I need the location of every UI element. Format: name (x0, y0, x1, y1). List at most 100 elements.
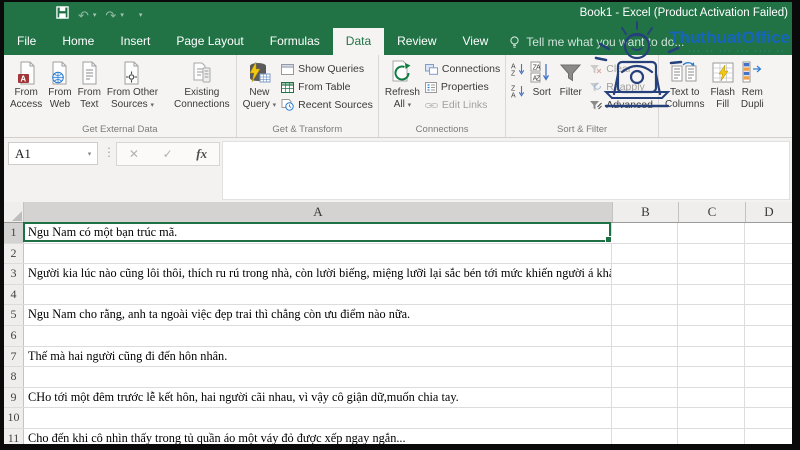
formula-input[interactable] (222, 141, 790, 200)
row-header[interactable]: 3 (4, 264, 24, 284)
name-box-dropdown-icon[interactable]: ▾ (82, 150, 97, 158)
column-header-a[interactable]: A (24, 202, 613, 222)
column-header-c[interactable]: C (679, 202, 746, 222)
cell[interactable] (24, 326, 612, 346)
select-all-corner[interactable] (4, 202, 24, 222)
cell[interactable] (24, 408, 612, 428)
cell[interactable] (678, 408, 745, 428)
tab-file[interactable]: File (4, 28, 49, 55)
recent-sources-button[interactable]: Recent Sources (279, 98, 375, 112)
remove-duplicates-button[interactable]: Rem Dupli (738, 58, 767, 112)
from-other-sources-button[interactable]: From Other Sources ▾ (104, 58, 161, 112)
cell[interactable] (745, 264, 792, 284)
row-header[interactable]: 11 (4, 429, 24, 444)
cell[interactable] (745, 223, 792, 243)
insert-function-icon[interactable]: fx (196, 146, 207, 162)
properties-button[interactable]: Properties (423, 80, 502, 94)
row-header[interactable]: 7 (4, 347, 24, 367)
cell[interactable] (612, 388, 678, 408)
column-header-d[interactable]: D (746, 202, 792, 222)
cell[interactable] (678, 326, 745, 346)
tab-view[interactable]: View (450, 28, 502, 55)
sort-button[interactable]: ZAAZ Sort (527, 58, 556, 100)
cell[interactable]: CHo tới một đêm trước lễ kết hôn, hai ng… (24, 388, 612, 408)
cell[interactable] (612, 367, 678, 387)
cell[interactable] (745, 408, 792, 428)
cell[interactable] (745, 367, 792, 387)
cell[interactable] (612, 285, 678, 305)
tab-home[interactable]: Home (49, 28, 107, 55)
cell[interactable] (745, 347, 792, 367)
new-query-button[interactable]: New Query ▾ (240, 58, 280, 112)
text-to-columns-button[interactable]: Text to Columns (662, 58, 707, 112)
cell[interactable] (612, 264, 678, 284)
cell[interactable] (678, 264, 745, 284)
cell[interactable] (24, 285, 612, 305)
tab-page-layout[interactable]: Page Layout (163, 28, 256, 55)
cell[interactable] (678, 367, 745, 387)
cell[interactable]: Thế mà hai người cũng đi đến hôn nhân. (24, 347, 612, 367)
cell[interactable] (745, 285, 792, 305)
row-header[interactable]: 2 (4, 244, 24, 264)
cell-a1[interactable]: Ngu Nam có một bạn trúc mã. (24, 223, 612, 243)
cell[interactable] (612, 305, 678, 325)
tab-formulas[interactable]: Formulas (257, 28, 333, 55)
row-header[interactable]: 1 (4, 223, 24, 243)
tell-me-box[interactable]: Tell me what you want to do... (501, 28, 692, 55)
row-header[interactable]: 9 (4, 388, 24, 408)
row-header[interactable]: 10 (4, 408, 24, 428)
from-access-button[interactable]: A From Access (7, 58, 45, 112)
cell[interactable] (745, 305, 792, 325)
connections-button[interactable]: Connections (423, 62, 502, 76)
from-table-button[interactable]: From Table (279, 80, 375, 94)
cell[interactable] (24, 367, 612, 387)
cancel-icon: ✕ (129, 147, 139, 161)
cell[interactable]: Cho đến khi cô nhìn thấy trong tủ quần á… (24, 429, 612, 444)
cell[interactable] (612, 244, 678, 264)
tab-review[interactable]: Review (384, 28, 449, 55)
cell[interactable] (678, 223, 745, 243)
row-header[interactable]: 8 (4, 367, 24, 387)
existing-connections-button[interactable]: Existing Connections (171, 58, 233, 112)
cell[interactable] (745, 244, 792, 264)
cell[interactable] (678, 347, 745, 367)
tab-data[interactable]: Data (333, 28, 384, 55)
cell[interactable] (745, 429, 792, 444)
cell[interactable] (678, 285, 745, 305)
cell[interactable] (612, 326, 678, 346)
cell[interactable] (745, 326, 792, 346)
cell[interactable]: Ngu Nam cho rằng, anh ta ngoài việc đẹp … (24, 305, 612, 325)
show-queries-button[interactable]: Show Queries (279, 62, 375, 76)
cell[interactable] (612, 408, 678, 428)
row-header[interactable]: 6 (4, 326, 24, 346)
flash-fill-button[interactable]: Flash Fill (707, 58, 737, 112)
cell[interactable] (612, 429, 678, 444)
from-text-button[interactable]: From Text (75, 58, 104, 112)
column-header-b[interactable]: B (613, 202, 679, 222)
cell[interactable] (745, 388, 792, 408)
cell[interactable] (678, 388, 745, 408)
redo-dropdown-icon[interactable]: ▾ (120, 11, 124, 19)
cell[interactable] (612, 347, 678, 367)
advanced-filter-button[interactable]: Advanced (587, 98, 655, 112)
row-header[interactable]: 4 (4, 285, 24, 305)
cell[interactable] (24, 244, 612, 264)
name-box[interactable]: A1 ▾ (8, 142, 98, 165)
sort-za-button[interactable]: ZA (511, 84, 526, 103)
cell[interactable] (678, 429, 745, 444)
tab-insert[interactable]: Insert (107, 28, 163, 55)
save-icon[interactable] (56, 6, 69, 24)
cell[interactable] (678, 305, 745, 325)
undo-dropdown-icon[interactable]: ▾ (93, 11, 97, 19)
customize-qat-icon[interactable]: ▾ (139, 11, 143, 19)
filter-button[interactable]: Filter (556, 58, 585, 100)
cell[interactable] (678, 244, 745, 264)
refresh-all-button[interactable]: Refresh All ▾ (382, 58, 423, 112)
redo-icon[interactable]: ↷ (105, 9, 116, 22)
cell[interactable]: Người kia lúc nào cũng lôi thôi, thích r… (24, 264, 612, 284)
sort-az-button[interactable]: AZ (511, 62, 526, 81)
undo-icon[interactable]: ↶ (78, 9, 89, 22)
row-header[interactable]: 5 (4, 305, 24, 325)
cell[interactable] (612, 223, 678, 243)
from-web-button[interactable]: From Web (45, 58, 74, 112)
